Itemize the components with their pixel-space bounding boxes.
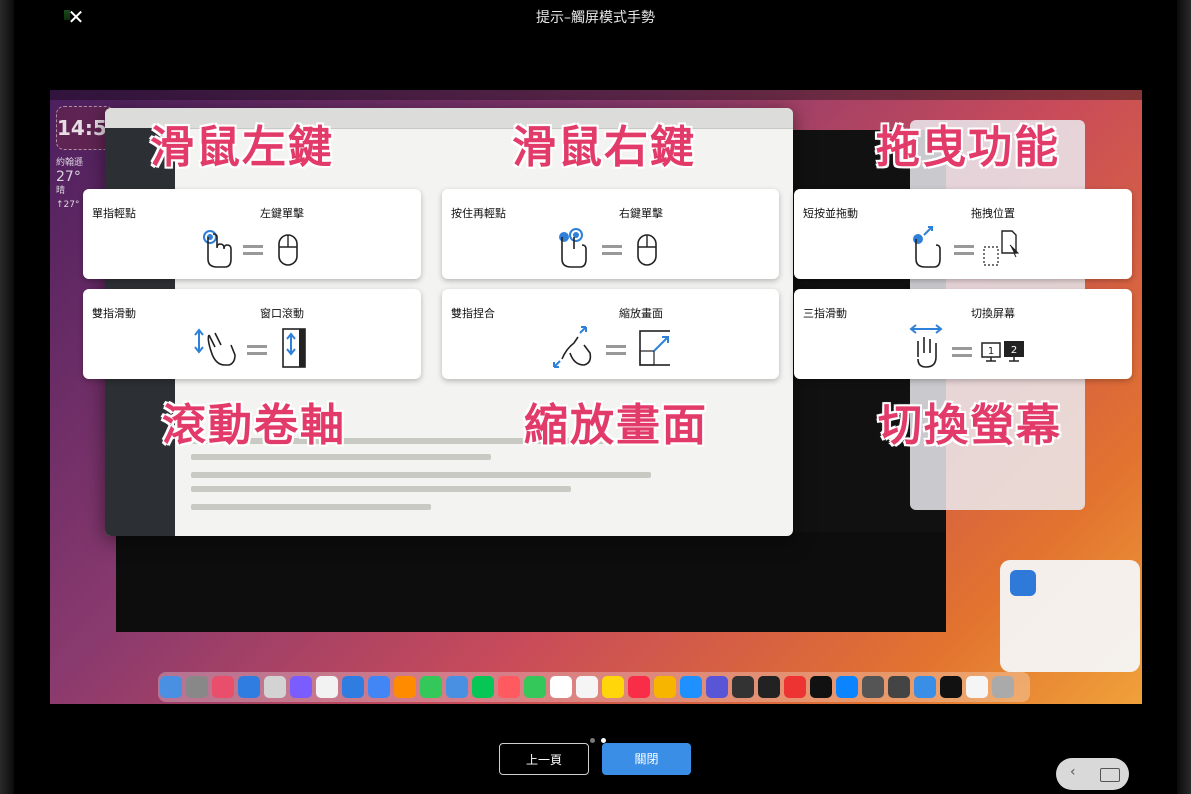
heading-drag: 拖曳功能 bbox=[875, 121, 1060, 174]
weather-line: 約翰遜 bbox=[56, 158, 84, 168]
gesture-card-right-click: 按住再輕點 右鍵單擊 bbox=[442, 189, 779, 279]
gesture-card-switch-screen: 三指滑動 切換屏幕 1 2 bbox=[794, 289, 1132, 379]
heading-left-click: 滑鼠左鍵 bbox=[149, 121, 334, 174]
ipad-panel bbox=[1000, 560, 1140, 672]
action-label: 縮放畫面 bbox=[619, 307, 663, 320]
chevron-left-icon: ‹ bbox=[1070, 764, 1076, 780]
gesture-label: 雙指滑動 bbox=[92, 307, 136, 320]
gesture-label: 短按並拖動 bbox=[803, 207, 858, 220]
content-line bbox=[191, 454, 491, 460]
mac-menubar bbox=[50, 90, 1142, 100]
three-finger-swipe-equals-switch-screen-icon: 1 2 bbox=[909, 324, 1024, 368]
press-drag-equals-move-icon bbox=[913, 226, 1020, 268]
previous-page-button[interactable]: 上一頁 bbox=[499, 743, 589, 775]
action-label: 拖拽位置 bbox=[971, 207, 1015, 220]
keyboard-icon bbox=[1100, 768, 1120, 782]
content-line bbox=[191, 486, 571, 492]
background-window-footer bbox=[116, 532, 946, 632]
single-tap-equals-left-click-icon bbox=[203, 230, 298, 268]
gesture-label: 三指滑動 bbox=[803, 307, 847, 320]
ipad-icon bbox=[1010, 570, 1036, 596]
heading-switch-screen: 切換螢幕 bbox=[877, 399, 1062, 452]
device-frame-left bbox=[0, 0, 14, 794]
content-line bbox=[191, 504, 431, 510]
heading-right-click: 滑鼠右鍵 bbox=[511, 121, 696, 174]
tutorial-image: 14:54 約翰遜 27° 晴 ↑27° bbox=[50, 90, 1142, 704]
gesture-card-scroll: 雙指滑動 窗口滾動 bbox=[83, 289, 421, 379]
gesture-card-left-click: 單指輕點 左鍵單擊 bbox=[83, 189, 421, 279]
action-label: 切換屏幕 bbox=[971, 307, 1015, 320]
weather-line: 27° bbox=[56, 169, 81, 185]
mac-dock bbox=[158, 672, 1030, 702]
svg-text:1: 1 bbox=[988, 346, 994, 357]
action-label: 右鍵單擊 bbox=[619, 207, 663, 220]
pager-dot-1[interactable] bbox=[590, 738, 595, 743]
pinch-equals-zoom-icon bbox=[553, 326, 670, 368]
dialog-title: 提示–觸屏模式手勢 bbox=[536, 10, 655, 26]
gesture-card-zoom: 雙指捏合 縮放畫面 bbox=[442, 289, 779, 379]
action-label: 窗口滾動 bbox=[260, 307, 304, 320]
action-label: 左鍵單擊 bbox=[260, 207, 304, 220]
gesture-label: 雙指捏合 bbox=[451, 307, 495, 320]
gesture-card-drag: 短按並拖動 拖拽位置 bbox=[794, 189, 1132, 279]
gesture-label: 按住再輕點 bbox=[451, 207, 506, 220]
hold-tap-equals-right-click-icon bbox=[559, 228, 657, 268]
heading-scroll: 滾動卷軸 bbox=[161, 399, 346, 452]
toolbar-toggle-button[interactable]: ‹ bbox=[1056, 758, 1129, 790]
content-line bbox=[191, 472, 651, 478]
close-button[interactable]: 關閉 bbox=[602, 743, 691, 775]
device-frame-right bbox=[1177, 0, 1191, 794]
two-finger-swipe-equals-scroll-icon bbox=[194, 328, 306, 368]
gesture-label: 單指輕點 bbox=[92, 207, 136, 220]
heading-zoom: 縮放畫面 bbox=[523, 399, 708, 452]
svg-text:2: 2 bbox=[1011, 345, 1017, 356]
